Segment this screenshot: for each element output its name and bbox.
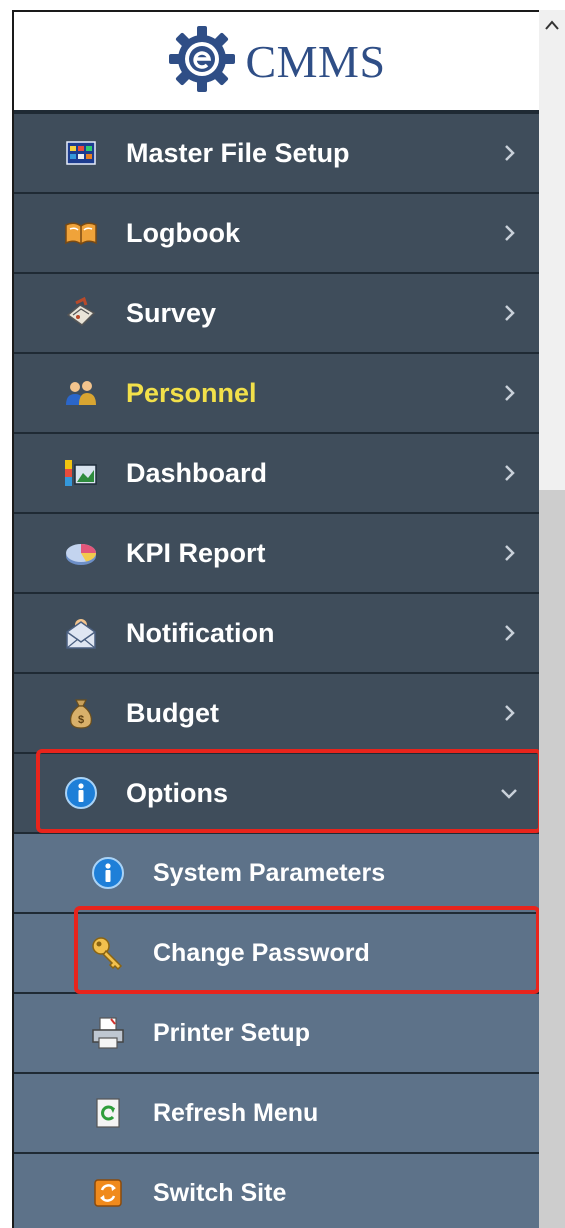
switch-site-icon [89,1174,127,1212]
submenu-item-change-password[interactable]: Change Password [14,912,539,992]
menu-item-options[interactable]: Options [14,752,539,832]
menu-label: Options [126,777,228,808]
menu-label: Notification [126,617,275,648]
scrollbar-thumb[interactable] [539,490,565,1228]
submenu-label: System Parameters [153,858,386,887]
menu-label: Budget [126,697,219,728]
open-book-icon [64,216,98,250]
chevron-right-icon [505,225,515,241]
svg-text:$: $ [78,714,84,726]
submenu-item-system-parameters[interactable]: System Parameters [14,832,539,912]
chevron-down-icon [501,789,517,799]
logo-text: CMMS [245,35,386,87]
survey-clipboard-icon [64,296,98,330]
submenu-label: Printer Setup [153,1018,310,1047]
chevron-right-icon [505,305,515,321]
menu-item-survey[interactable]: Survey [14,272,539,352]
pie-chart-icon [64,536,98,570]
app-logo[interactable]: CMMS [14,12,539,112]
money-bag-icon: $ [64,696,98,730]
menu-label: Dashboard [126,457,268,488]
chevron-right-icon [505,705,515,721]
menu-item-kpi-report[interactable]: KPI Report [14,512,539,592]
submenu-label: Refresh Menu [153,1098,319,1127]
chevron-right-icon [505,465,515,481]
submenu-item-switch-site[interactable]: Switch Site [14,1152,539,1228]
grid-table-icon [64,136,98,170]
menu-item-personnel[interactable]: Personnel [14,352,539,432]
app-frame: CMMS Master File Setup Logbook Survey Pe… [0,0,565,1228]
submenu-label: Change Password [153,938,370,967]
menu-item-master-file-setup[interactable]: Master File Setup [14,112,539,192]
menu-label: Personnel [126,377,257,408]
people-icon [64,376,98,410]
scroll-up-arrow-icon[interactable] [543,18,561,32]
info-icon [89,854,127,892]
sidebar-menu: CMMS Master File Setup Logbook Survey Pe… [12,10,539,1228]
submenu-item-printer-setup[interactable]: Printer Setup [14,992,539,1072]
envelope-icon [64,616,98,650]
e-gear-logo-icon [167,24,237,99]
refresh-icon [89,1094,127,1132]
menu-item-dashboard[interactable]: Dashboard [14,432,539,512]
menu-item-logbook[interactable]: Logbook [14,192,539,272]
menu-label: Master File Setup [126,137,350,168]
info-icon [64,776,98,810]
dashboard-chart-icon [64,456,98,490]
submenu-label: Switch Site [153,1178,287,1207]
chevron-right-icon [505,145,515,161]
chevron-right-icon [505,545,515,561]
menu-label: KPI Report [126,537,266,568]
printer-icon [89,1014,127,1052]
menu-item-budget[interactable]: $ Budget [14,672,539,752]
vertical-scrollbar[interactable] [539,10,565,1228]
key-icon [89,934,127,972]
menu-item-notification[interactable]: Notification [14,592,539,672]
menu-label: Logbook [126,217,240,248]
chevron-right-icon [505,385,515,401]
chevron-right-icon [505,625,515,641]
menu-label: Survey [126,297,217,328]
submenu-item-refresh-menu[interactable]: Refresh Menu [14,1072,539,1152]
